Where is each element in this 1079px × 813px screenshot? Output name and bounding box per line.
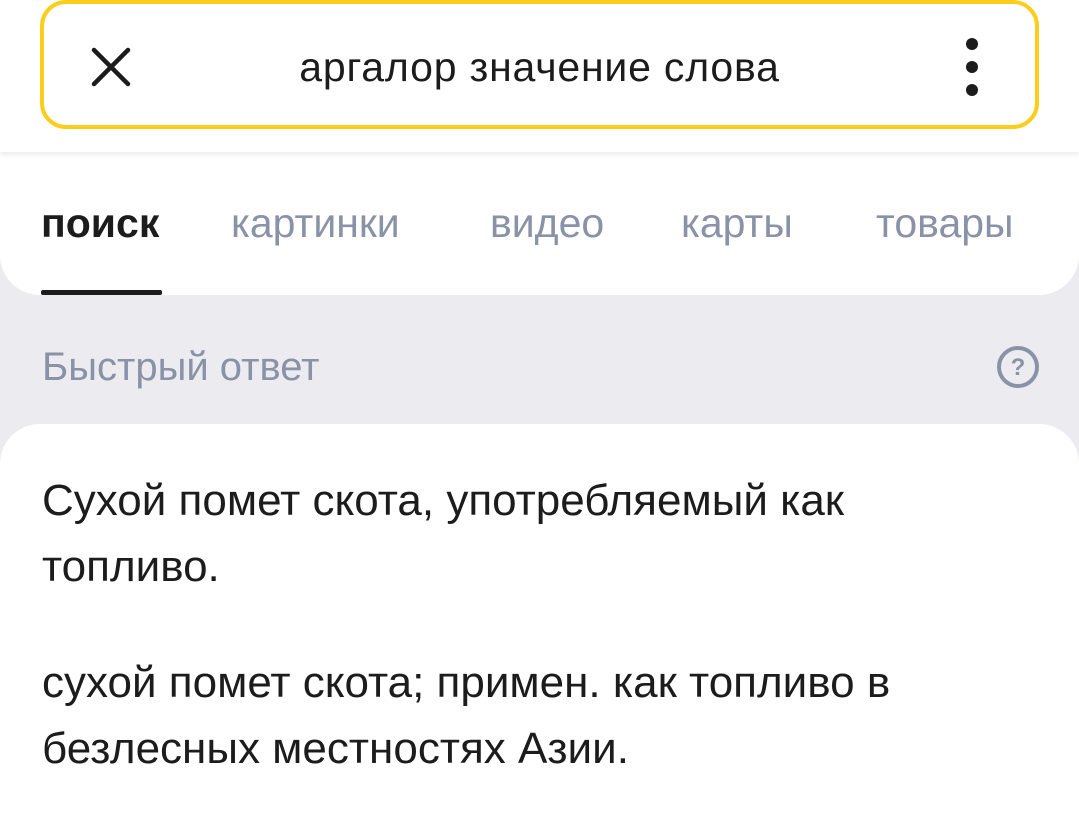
definition-text: Сухой помет скота, употребляемый как топ… [42,476,845,591]
search-box[interactable]: аргалор значение слова [40,0,1039,129]
tab-images[interactable]: картинки [231,198,400,248]
search-header: аргалор значение слова [0,0,1079,152]
tab-search[interactable]: поиск [41,198,159,248]
search-query[interactable]: аргалор значение слова [44,42,1035,92]
search-tabs: поиск картинки видео карты товары [0,150,1079,295]
answer-card: Сухой помет скота, употребляемый как топ… [0,424,1079,813]
help-icon[interactable]: ? [996,345,1040,389]
tab-maps[interactable]: карты [681,198,793,248]
quick-answer-title: Быстрый ответ [42,345,320,389]
svg-text:?: ? [1011,354,1026,381]
tab-products[interactable]: товары [876,198,1014,248]
tab-video[interactable]: видео [490,198,604,248]
active-tab-indicator [41,290,162,295]
page: аргалор значение слова поиск картинки ви… [0,0,1079,813]
definition-text: сухой помет скота; примен. как топливо в… [42,658,891,773]
more-vertical-icon[interactable] [952,34,992,100]
